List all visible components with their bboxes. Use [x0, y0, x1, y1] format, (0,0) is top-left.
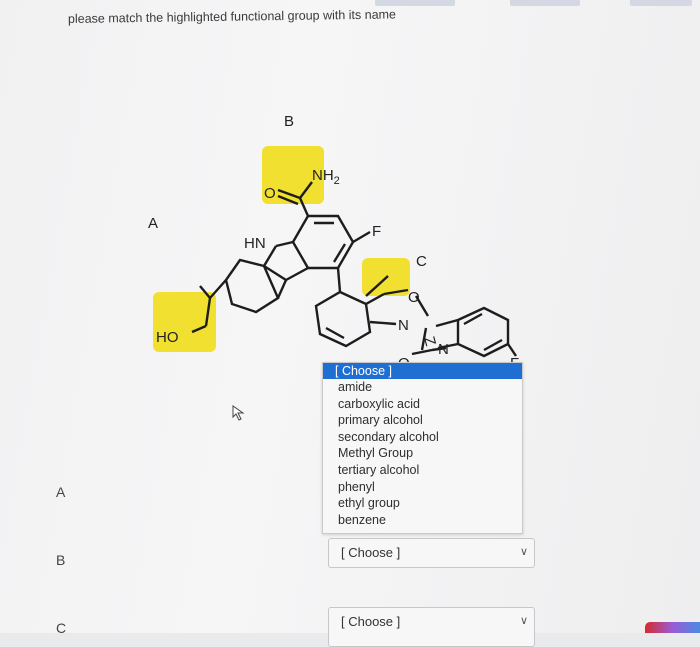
taskbar-fragment: [645, 622, 700, 633]
toolbar-tab[interactable]: [510, 0, 580, 6]
atom-f-top: F: [372, 223, 381, 240]
dropdown-option[interactable]: tertiary alcohol: [323, 462, 522, 479]
answer-dropdown-a-options[interactable]: [ Choose ] amide carboxylic acid primary…: [322, 362, 523, 534]
row-label-a: A: [56, 484, 66, 500]
dropdown-option[interactable]: amide: [323, 379, 522, 396]
atom-o-ring: O: [408, 289, 420, 306]
dropdown-option[interactable]: ethyl group: [323, 495, 522, 512]
mouse-cursor-icon: [232, 405, 245, 421]
select-value: [ Choose ]: [341, 545, 401, 560]
group-label-a: A: [148, 215, 158, 232]
group-label-c: C: [416, 253, 427, 270]
dropdown-option[interactable]: benzene: [323, 512, 522, 529]
chevron-down-icon: ∨: [519, 546, 528, 558]
answer-select-c[interactable]: [ Choose ] ∨: [328, 607, 535, 647]
molecule-structure: B A C NH2 O HN F HO O N Z N: [148, 113, 519, 372]
chevron-down-icon: ∨: [519, 615, 528, 627]
atom-ho: HO: [156, 329, 179, 346]
dropdown-option[interactable]: [ Choose ]: [323, 363, 522, 379]
atom-n-imine: N: [438, 341, 449, 358]
bond-lines: [191, 181, 517, 358]
atom-hn: HN: [244, 235, 266, 252]
dropdown-option[interactable]: carboxylic acid: [323, 396, 522, 413]
select-value: [ Choose ]: [341, 614, 401, 629]
question-prompt: please match the highlighted functional …: [67, 7, 397, 26]
quiz-page: please match the highlighted functional …: [0, 0, 700, 647]
dropdown-option[interactable]: Methyl Group: [323, 445, 522, 462]
group-label-b: B: [284, 113, 294, 130]
row-label-c: C: [56, 620, 67, 636]
atom-o-carbonyl: O: [264, 185, 276, 202]
answer-select-b[interactable]: [ Choose ] ∨: [328, 538, 535, 568]
row-label-b: B: [56, 552, 66, 568]
atom-n-ring: N: [398, 317, 409, 334]
dropdown-option[interactable]: phenyl: [323, 479, 522, 496]
dropdown-option[interactable]: primary alcohol: [323, 412, 522, 429]
atom-z-ring: Z: [420, 335, 439, 348]
dropdown-option[interactable]: secondary alcohol: [323, 429, 522, 446]
toolbar-tab[interactable]: [375, 0, 455, 6]
toolbar-tab[interactable]: [630, 0, 692, 6]
